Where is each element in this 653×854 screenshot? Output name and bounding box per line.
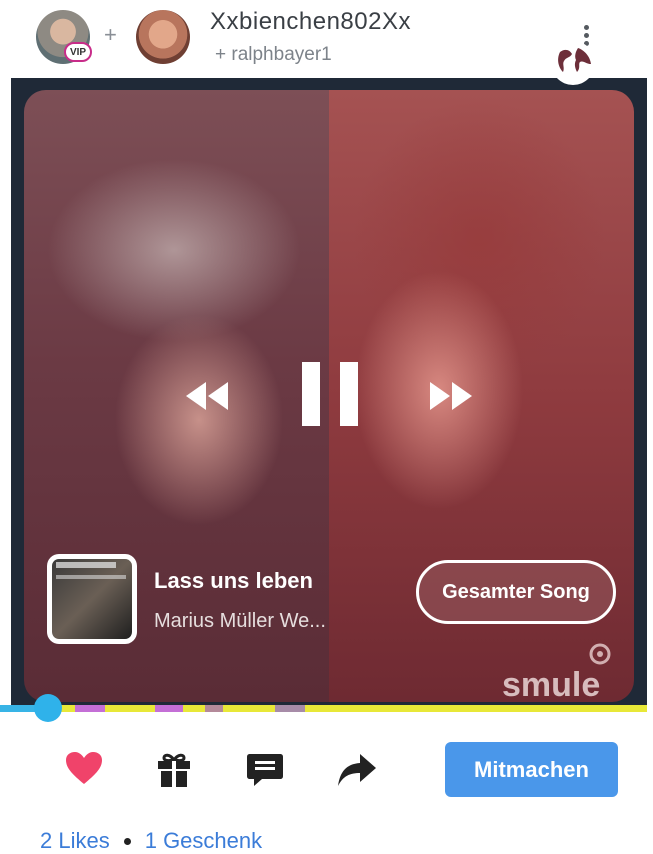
join-button[interactable]: Mitmachen <box>445 742 618 797</box>
smule-logo-text: smule <box>502 666 600 700</box>
progress-segment <box>75 705 105 712</box>
gift-icon[interactable] <box>156 750 192 788</box>
vip-badge: VIP <box>64 42 92 62</box>
song-cover[interactable] <box>47 554 137 644</box>
rewind-icon[interactable] <box>182 378 230 414</box>
pause-icon[interactable] <box>300 360 360 428</box>
comment-icon[interactable] <box>246 752 284 788</box>
smule-logo: smule <box>502 643 611 700</box>
progress-bar[interactable] <box>0 705 647 712</box>
plus-sign: + <box>104 22 117 47</box>
partner-name[interactable]: + ralphbayer1 <box>215 44 332 66</box>
full-song-button[interactable]: Gesamter Song <box>416 560 616 624</box>
song-artist[interactable]: Marius Müller We... <box>154 610 326 633</box>
separator-dot <box>123 837 131 845</box>
globe-icon[interactable] <box>550 40 596 86</box>
gifts-link[interactable]: 1 Geschenk <box>145 828 262 854</box>
song-title[interactable]: Lass uns leben <box>154 568 313 594</box>
forward-icon[interactable] <box>428 378 476 414</box>
progress-segment <box>155 705 183 712</box>
progress-handle[interactable] <box>34 694 62 722</box>
cover-text-line <box>56 562 116 568</box>
share-icon[interactable] <box>336 752 378 788</box>
cover-art <box>52 559 132 639</box>
heart-icon[interactable] <box>64 750 104 786</box>
progress-segment <box>205 705 223 712</box>
stats: 2 Likes 1 Geschenk <box>40 828 262 854</box>
cover-text-line <box>56 575 126 579</box>
owner-name[interactable]: Xxbienchen802Xx <box>210 8 411 36</box>
partner-avatar[interactable] <box>136 10 190 64</box>
likes-link[interactable]: 2 Likes <box>40 828 110 854</box>
progress-segment <box>275 705 305 712</box>
